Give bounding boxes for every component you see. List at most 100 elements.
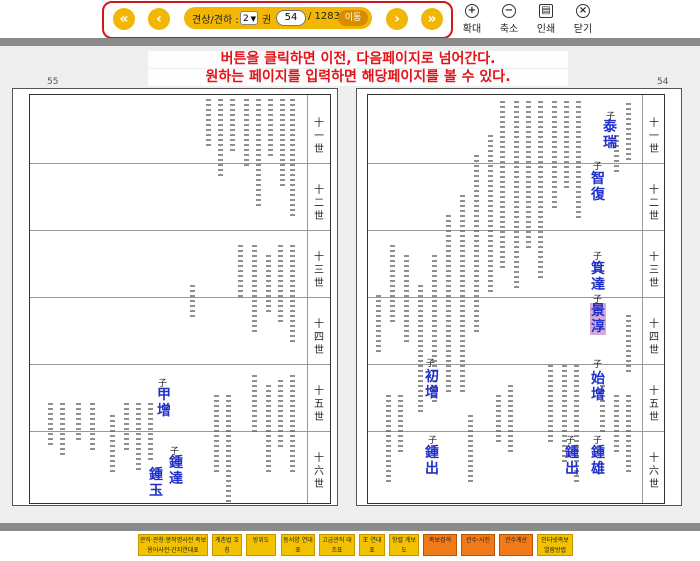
zoom-in-button[interactable]: + 확대 xyxy=(457,4,487,35)
gen-row-divider xyxy=(30,163,330,164)
person-name[interactable]: 初增 xyxy=(424,369,440,401)
name-prefix: 子 xyxy=(593,360,603,370)
footer-button-chronology[interactable]: 동서양 연대표 xyxy=(281,534,315,556)
generation-label: 十六世 xyxy=(314,453,324,490)
record-text xyxy=(488,135,493,295)
zoom-out-label: 축소 xyxy=(499,24,519,35)
record-text xyxy=(398,395,403,455)
volume-prefix-label: 견상/견하 : xyxy=(192,15,239,26)
record-text xyxy=(446,215,451,395)
footer-button-dictionary[interactable]: 관직·관청·봉작명사전 족보용어사전·간지연대표 xyxy=(138,534,208,556)
record-text xyxy=(460,195,465,395)
record-text xyxy=(418,285,423,415)
record-text xyxy=(538,101,543,281)
record-text xyxy=(514,101,519,291)
person-name[interactable]: 始增 xyxy=(590,371,606,403)
close-button[interactable]: × 닫기 xyxy=(568,4,598,35)
record-text xyxy=(206,99,211,147)
record-text xyxy=(500,101,505,271)
record-text xyxy=(244,99,249,169)
zoom-out-button[interactable]: − 축소 xyxy=(494,4,524,35)
gen-row-divider xyxy=(30,297,330,298)
record-text xyxy=(218,99,223,179)
record-text xyxy=(468,415,473,485)
zoom-in-icon: + xyxy=(465,4,479,18)
person-name[interactable]: 泰瑞 xyxy=(602,119,618,151)
prev-page-button[interactable]: ‹ xyxy=(148,8,170,30)
record-text xyxy=(110,415,115,475)
next-page-button[interactable]: › xyxy=(386,8,408,30)
record-text xyxy=(496,395,501,445)
person-name[interactable]: 智復 xyxy=(590,171,606,203)
footer-button-kinship[interactable]: 계촌법 호칭 xyxy=(212,534,242,556)
person-name[interactable]: 鍾玉 xyxy=(148,467,164,499)
go-button[interactable]: 이동 xyxy=(338,10,368,26)
footer-button-king-chronology[interactable]: 王 연대표 xyxy=(359,534,385,556)
record-text xyxy=(280,99,285,189)
record-text xyxy=(548,365,553,445)
record-text xyxy=(90,403,95,453)
record-text xyxy=(552,101,557,211)
record-text xyxy=(526,101,531,251)
record-text xyxy=(614,395,619,455)
gen-row-divider xyxy=(368,297,664,298)
person-name[interactable]: 甲增 xyxy=(156,387,172,419)
generation-label: 十一世 xyxy=(314,118,324,155)
print-button[interactable]: ▤ 인쇄 xyxy=(531,4,561,35)
generation-label: 十四世 xyxy=(314,319,324,356)
gen-row-divider xyxy=(30,364,330,365)
record-text xyxy=(626,395,631,475)
record-text xyxy=(376,295,381,355)
record-text xyxy=(278,245,283,325)
person-name-highlighted[interactable]: 景淳 xyxy=(590,303,606,335)
last-page-button[interactable]: » xyxy=(421,8,443,30)
record-text xyxy=(474,155,479,335)
record-text xyxy=(564,101,569,191)
volume-label: 권 xyxy=(262,15,272,26)
record-text xyxy=(76,403,81,443)
generation-column: 十一世 十二世 十三世 十四世 十五世 十六世 xyxy=(642,95,665,503)
footer-button-calc[interactable]: 관수계산 xyxy=(499,534,533,556)
record-text xyxy=(214,395,219,475)
generation-label: 十五世 xyxy=(314,386,324,423)
name-prefix: 子 xyxy=(426,359,436,369)
record-text xyxy=(226,395,231,505)
record-text xyxy=(390,245,395,325)
genealogy-book-view: 55 十一世 十二世 十三世 十四世 十五世 十六世 子 甲 增 子 鍾 達 鍾… xyxy=(0,46,700,523)
person-name[interactable]: 鍾出 xyxy=(564,445,580,477)
person-name[interactable]: 鍾出 xyxy=(424,445,440,477)
print-label: 인쇄 xyxy=(536,24,556,35)
annotation-line-1: 버튼을 클릭하면 이전, 다음페이지로 넘어간다. xyxy=(148,51,568,68)
footer-button-lineage-chart[interactable]: 항렬 계보도 xyxy=(389,534,419,556)
volume-select[interactable]: 2 ▼ xyxy=(240,11,258,25)
zoom-in-label: 확대 xyxy=(462,24,482,35)
record-text xyxy=(266,385,271,475)
record-text xyxy=(230,99,235,154)
page-input[interactable]: 54 xyxy=(276,10,306,26)
annotation-line-2: 원하는 페이지를 입력하면 해당페이지를 볼 수 있다. xyxy=(148,69,568,86)
generation-label: 十六世 xyxy=(649,453,659,490)
generation-label: 十三世 xyxy=(649,252,659,289)
page-total: / 1283 xyxy=(308,11,340,22)
record-text xyxy=(404,255,409,345)
generation-label: 十二世 xyxy=(314,185,324,222)
gen-row-divider xyxy=(368,431,664,432)
generation-label: 十二世 xyxy=(649,185,659,222)
person-name[interactable]: 鍾達 xyxy=(168,455,184,487)
record-text xyxy=(626,103,631,163)
right-page: 54 十一世 十二世 十三世 十四世 十五世 十六世 子 泰 瑞 子 智 復 子… xyxy=(356,77,682,506)
footer-button-photos[interactable]: 관수·사진 xyxy=(461,534,495,556)
person-name[interactable]: 箕達 xyxy=(590,261,606,293)
generation-label: 十一世 xyxy=(649,118,659,155)
record-text xyxy=(124,403,129,453)
footer-button-direction[interactable]: 방위도 xyxy=(246,534,276,556)
printer-icon: ▤ xyxy=(539,4,553,18)
toolbar-divider xyxy=(0,38,700,46)
footer-button-search[interactable]: 족보검색 xyxy=(423,534,457,556)
chevron-down-icon: ▼ xyxy=(250,15,256,23)
person-name[interactable]: 鍾雄 xyxy=(590,445,606,477)
footer-button-help[interactable]: 인터넷족보 열람방법 xyxy=(537,534,573,556)
footer-button-official-titles[interactable]: 고금관직 대조표 xyxy=(319,534,355,556)
first-page-button[interactable]: « xyxy=(113,8,135,30)
record-text xyxy=(48,403,53,448)
